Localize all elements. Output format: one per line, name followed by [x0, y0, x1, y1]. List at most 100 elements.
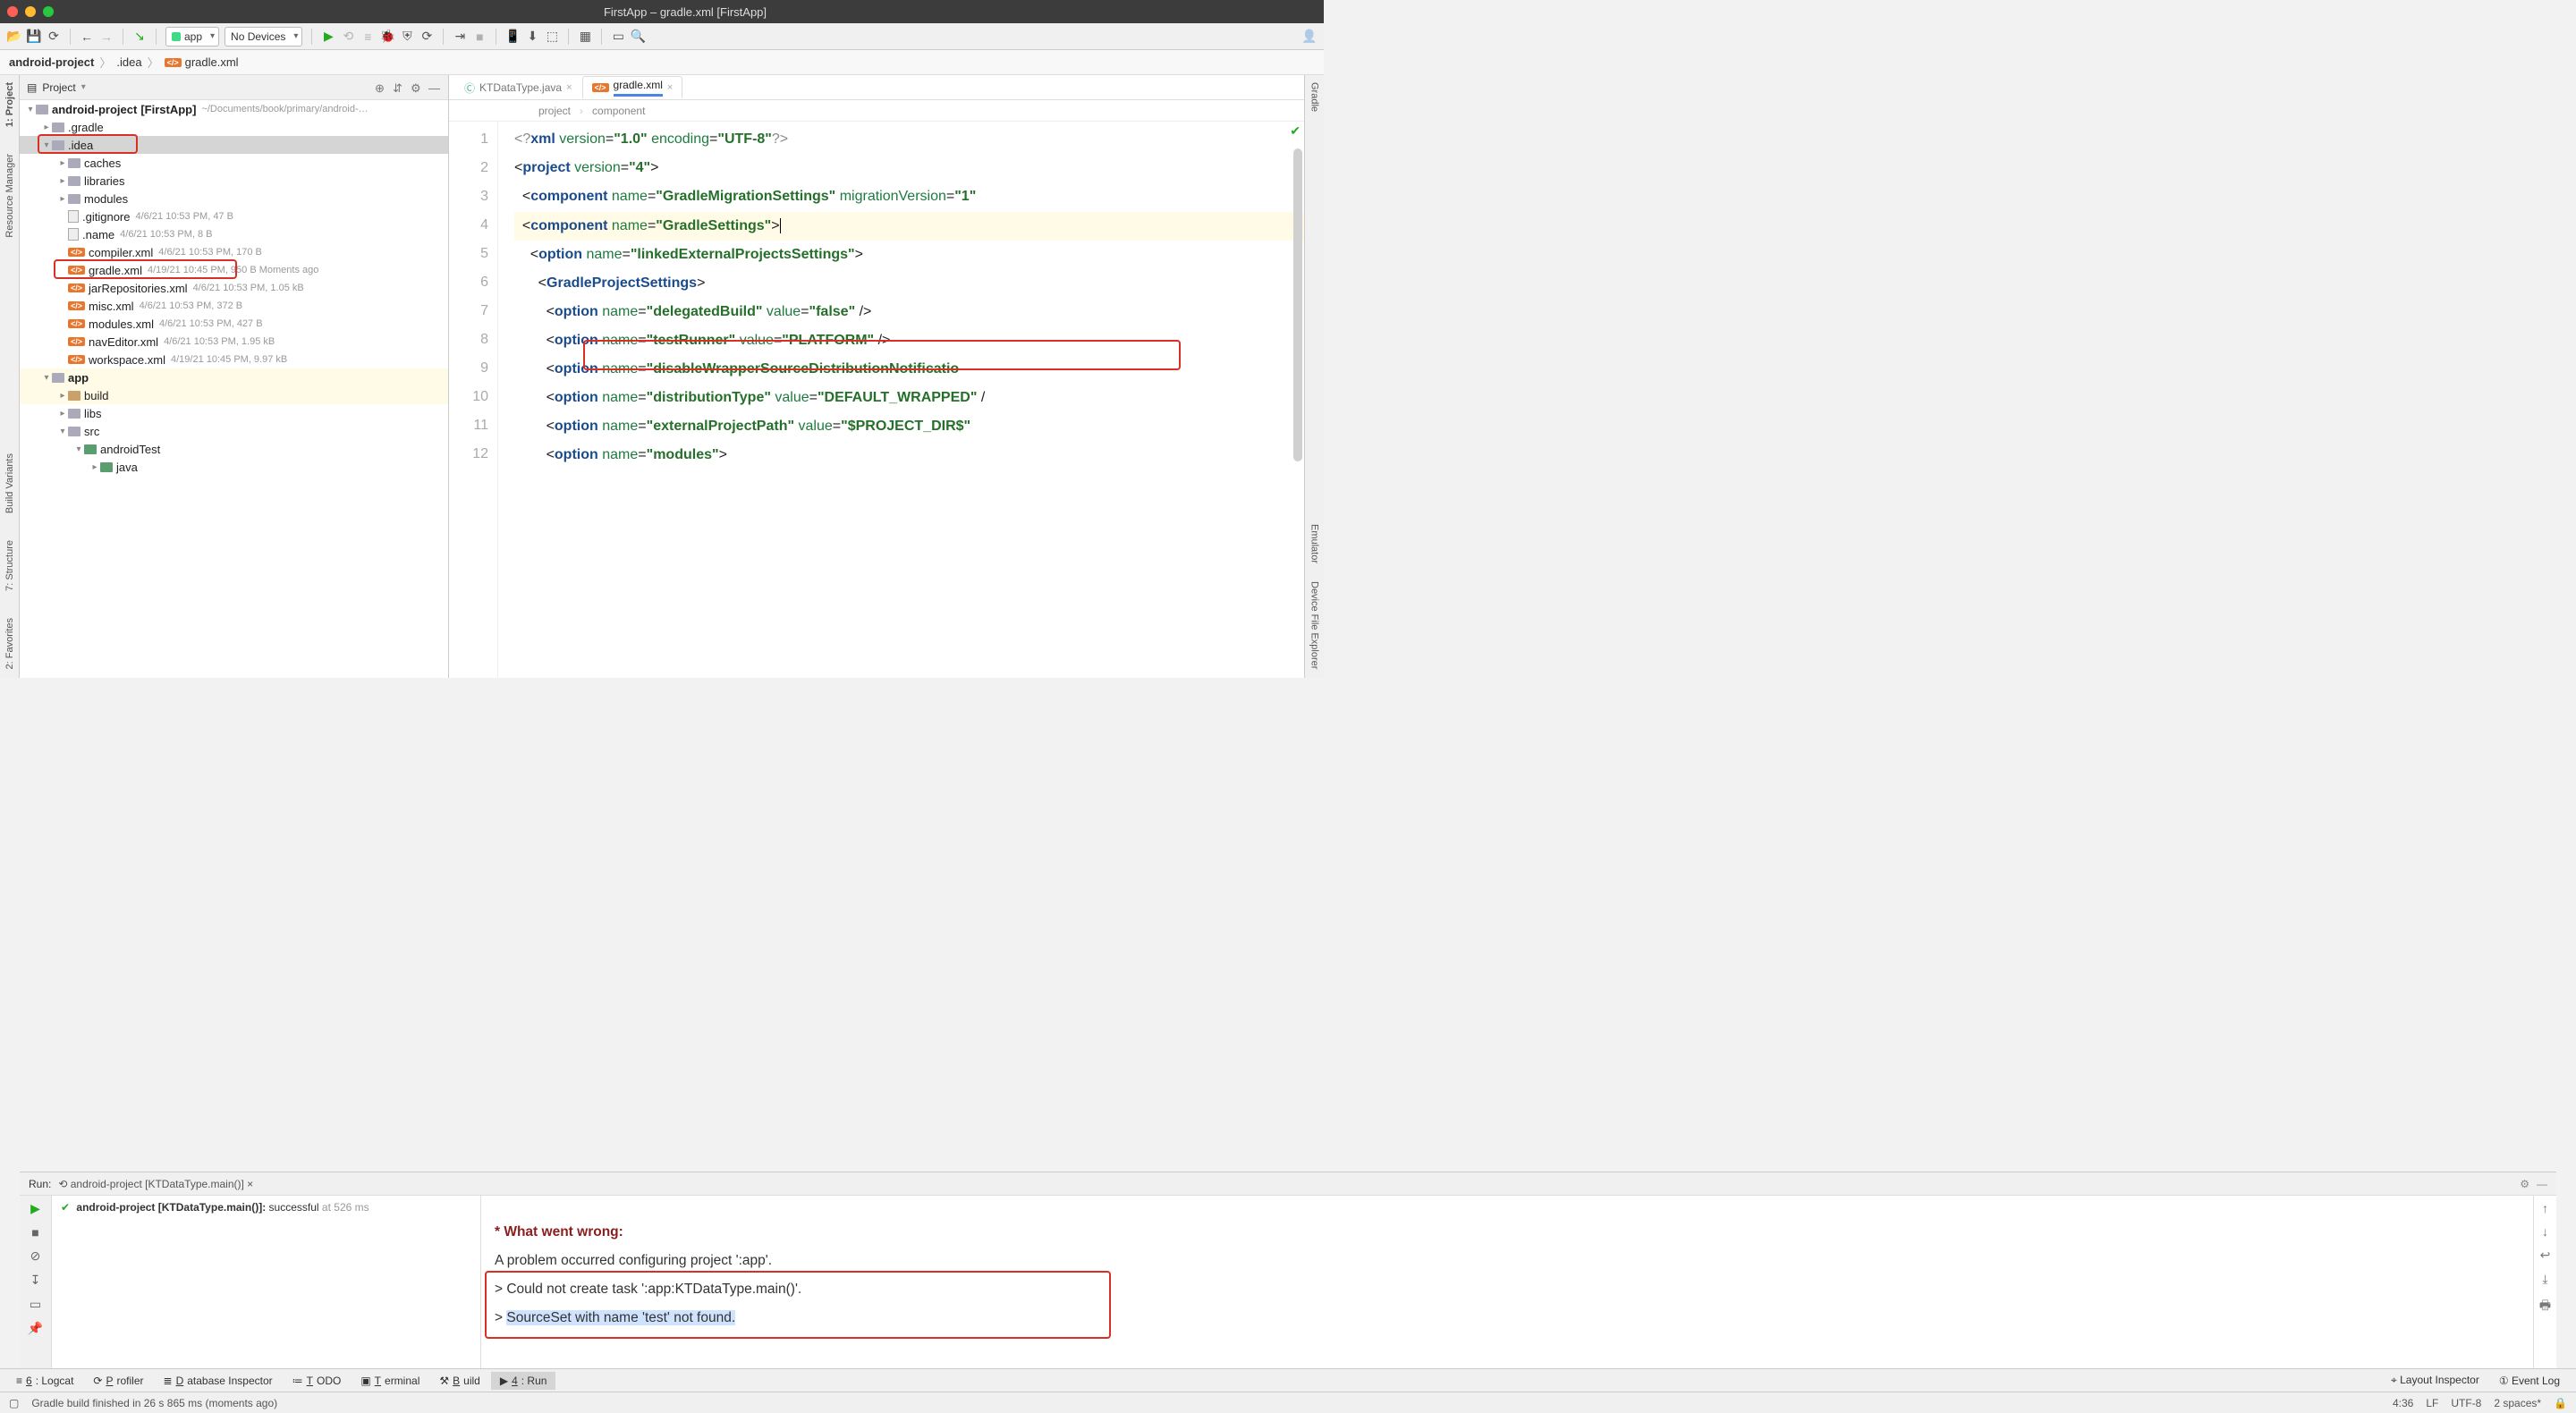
bottom-tab[interactable]: ① Event Log — [2490, 1372, 2569, 1390]
tree-row[interactable]: </>gradle.xml4/19/21 10:45 PM, 950 B Mom… — [20, 261, 448, 279]
bottom-tab[interactable]: ⌖ Layout Inspector — [2382, 1371, 2488, 1390]
code-line[interactable]: <component name="GradleSettings"> — [514, 212, 1304, 241]
tree-row[interactable]: ▾app — [20, 368, 448, 386]
favorites-tool-button[interactable]: 2: Favorites — [4, 618, 15, 669]
coverage-icon[interactable]: ⛨ — [400, 30, 414, 44]
back-icon[interactable]: ← — [80, 30, 94, 44]
hide-icon[interactable]: — — [428, 81, 441, 94]
apply-changes-icon[interactable]: ⟲ — [341, 30, 355, 44]
structure-tool-button[interactable]: 7: Structure — [4, 540, 15, 591]
tree-row[interactable]: ▾.idea — [20, 136, 448, 154]
hide-icon[interactable]: — — [2537, 1178, 2547, 1190]
stop-icon[interactable]: ■ — [31, 1225, 38, 1240]
editor-tab[interactable]: </>gradle.xml× — [582, 76, 683, 99]
tree-row[interactable]: ▸libs — [20, 404, 448, 422]
open-icon[interactable]: 📂 — [7, 30, 21, 44]
bottom-tab[interactable]: ▶ 4: Run — [491, 1372, 556, 1390]
tree-row[interactable]: .gitignore4/6/21 10:53 PM, 47 B — [20, 207, 448, 225]
zoom-window[interactable] — [43, 6, 54, 17]
tree-row[interactable]: </>compiler.xml4/6/21 10:53 PM, 170 B — [20, 243, 448, 261]
tree-row[interactable]: .name4/6/21 10:53 PM, 8 B — [20, 225, 448, 243]
tree-row[interactable]: ▾src — [20, 422, 448, 440]
tree-row[interactable]: </>workspace.xml4/19/21 10:45 PM, 9.97 k… — [20, 351, 448, 368]
code-line[interactable]: <option name="delegatedBuild" value="fal… — [514, 298, 1304, 326]
vertical-scrollbar[interactable] — [1293, 148, 1302, 461]
locate-icon[interactable]: ⊕ — [375, 81, 387, 94]
tree-row[interactable]: </>jarRepositories.xml4/6/21 10:53 PM, 1… — [20, 279, 448, 297]
sdk-icon[interactable]: ⬇ — [525, 30, 539, 44]
save-icon[interactable]: 💾 — [27, 30, 41, 44]
code-line[interactable]: <option name="linkedExternalProjectsSett… — [514, 241, 1304, 269]
resource-icon[interactable]: ⬚ — [545, 30, 559, 44]
lock-icon[interactable]: 🔒 — [2554, 1397, 2567, 1409]
run-console[interactable]: * What went wrong: A problem occurred co… — [481, 1196, 2533, 1368]
tree-row[interactable]: ▸java — [20, 458, 448, 476]
indent-config[interactable]: 2 spaces* — [2494, 1397, 2541, 1409]
breadcrumb-item[interactable]: </>gradle.xml — [165, 55, 239, 69]
minimize-window[interactable] — [25, 6, 36, 17]
code-line[interactable]: <?xml version="1.0" encoding="UTF-8"?> — [514, 125, 1304, 154]
print-icon[interactable]: 🖶 — [2539, 1296, 2551, 1317]
tree-row[interactable]: ▾androidTest — [20, 440, 448, 458]
expand-arrow[interactable]: ▸ — [57, 158, 68, 168]
stop-icon[interactable]: ■ — [472, 30, 487, 44]
layout-icon[interactable]: ▭ — [30, 1297, 41, 1312]
file-encoding[interactable]: UTF-8 — [2451, 1397, 2481, 1409]
code-line[interactable]: <option name="testRunner" value="PLATFOR… — [514, 326, 1304, 355]
tree-row[interactable]: ▸build — [20, 386, 448, 404]
code-line[interactable]: <option name="modules"> — [514, 441, 1304, 470]
project-view-selector[interactable]: Project — [42, 81, 75, 94]
tree-root[interactable]: ▾ android-project [FirstApp] ~/Documents… — [20, 100, 448, 118]
code-line[interactable]: <option name="disableWrapperSourceDistri… — [514, 355, 1304, 384]
bottom-tab[interactable]: ≡ 6: Logcat — [7, 1372, 82, 1390]
tree-row[interactable]: </>modules.xml4/6/21 10:53 PM, 427 B — [20, 315, 448, 333]
scroll-icon[interactable]: ⤓ — [2542, 1272, 2547, 1287]
bottom-tab[interactable]: ▣ Terminal — [352, 1372, 428, 1390]
pin-icon[interactable]: 📌 — [28, 1321, 43, 1336]
dump-icon[interactable]: ↧ — [30, 1273, 41, 1288]
expand-arrow[interactable]: ▸ — [57, 391, 68, 401]
close-tab-icon[interactable]: × — [566, 82, 572, 93]
gear-icon[interactable]: ⚙ — [411, 81, 423, 94]
toggle-icon[interactable]: ⊘ — [30, 1248, 41, 1264]
expand-arrow[interactable]: ▸ — [57, 194, 68, 204]
resource-manager-tool-button[interactable]: Resource Manager — [4, 154, 15, 238]
bottom-tab[interactable]: ⟳ Profiler — [84, 1372, 152, 1390]
gradle-tool-button[interactable]: Gradle — [1309, 82, 1320, 112]
rerun-icon[interactable]: ▶ — [30, 1201, 40, 1216]
code-line[interactable]: <option name="distributionType" value="D… — [514, 384, 1304, 412]
inspection-ok-icon[interactable]: ✔ — [1290, 123, 1301, 139]
running-icon[interactable]: ▭ — [611, 30, 625, 44]
user-icon[interactable]: 👤 — [1302, 30, 1317, 44]
tree-row[interactable]: </>misc.xml4/6/21 10:53 PM, 372 B — [20, 297, 448, 315]
attach-debugger-icon[interactable]: ⇥ — [453, 30, 467, 44]
expand-arrow[interactable]: ▾ — [57, 427, 68, 436]
tree-row[interactable]: ▸caches — [20, 154, 448, 172]
run-icon[interactable]: ▶ — [321, 30, 335, 44]
down-icon[interactable]: ↓ — [2542, 1224, 2548, 1239]
code-line[interactable]: <option name="externalProjectPath" value… — [514, 412, 1304, 441]
bottom-tab[interactable]: ≔ TODO — [284, 1372, 351, 1390]
avd-icon[interactable]: 📱 — [505, 30, 520, 44]
build-icon[interactable]: ↘ — [132, 30, 147, 44]
expand-arrow[interactable]: ▾ — [41, 140, 52, 150]
breadcrumb-item[interactable]: component — [592, 105, 645, 117]
project-tree[interactable]: ▾ android-project [FirstApp] ~/Documents… — [20, 100, 448, 678]
expand-arrow[interactable]: ▸ — [57, 409, 68, 419]
profile-icon[interactable]: ⟳ — [419, 30, 434, 44]
bottom-tab[interactable]: ≣ Database Inspector — [155, 1372, 282, 1390]
breadcrumb-item[interactable]: .idea — [116, 55, 141, 69]
gear-icon[interactable]: ⚙ — [2520, 1178, 2529, 1190]
device-explorer-tool-button[interactable]: Device File Explorer — [1309, 581, 1320, 669]
run-results-tree[interactable]: ✔ android-project [KTDataType.main()]: s… — [52, 1196, 481, 1368]
code-line[interactable]: <project version="4"> — [514, 154, 1304, 182]
caret-position[interactable]: 4:36 — [2393, 1397, 2413, 1409]
close-window[interactable] — [7, 6, 18, 17]
expand-arrow[interactable]: ▾ — [73, 444, 84, 454]
breadcrumb-item[interactable]: project — [538, 105, 571, 117]
expand-arrow[interactable]: ▾ — [41, 373, 52, 383]
project-tool-button[interactable]: 1: Project — [4, 82, 15, 127]
view-mode-icon[interactable]: ▤ — [27, 81, 37, 94]
search-icon[interactable]: 🔍 — [631, 30, 645, 44]
close-tab-icon[interactable]: × — [667, 82, 673, 93]
